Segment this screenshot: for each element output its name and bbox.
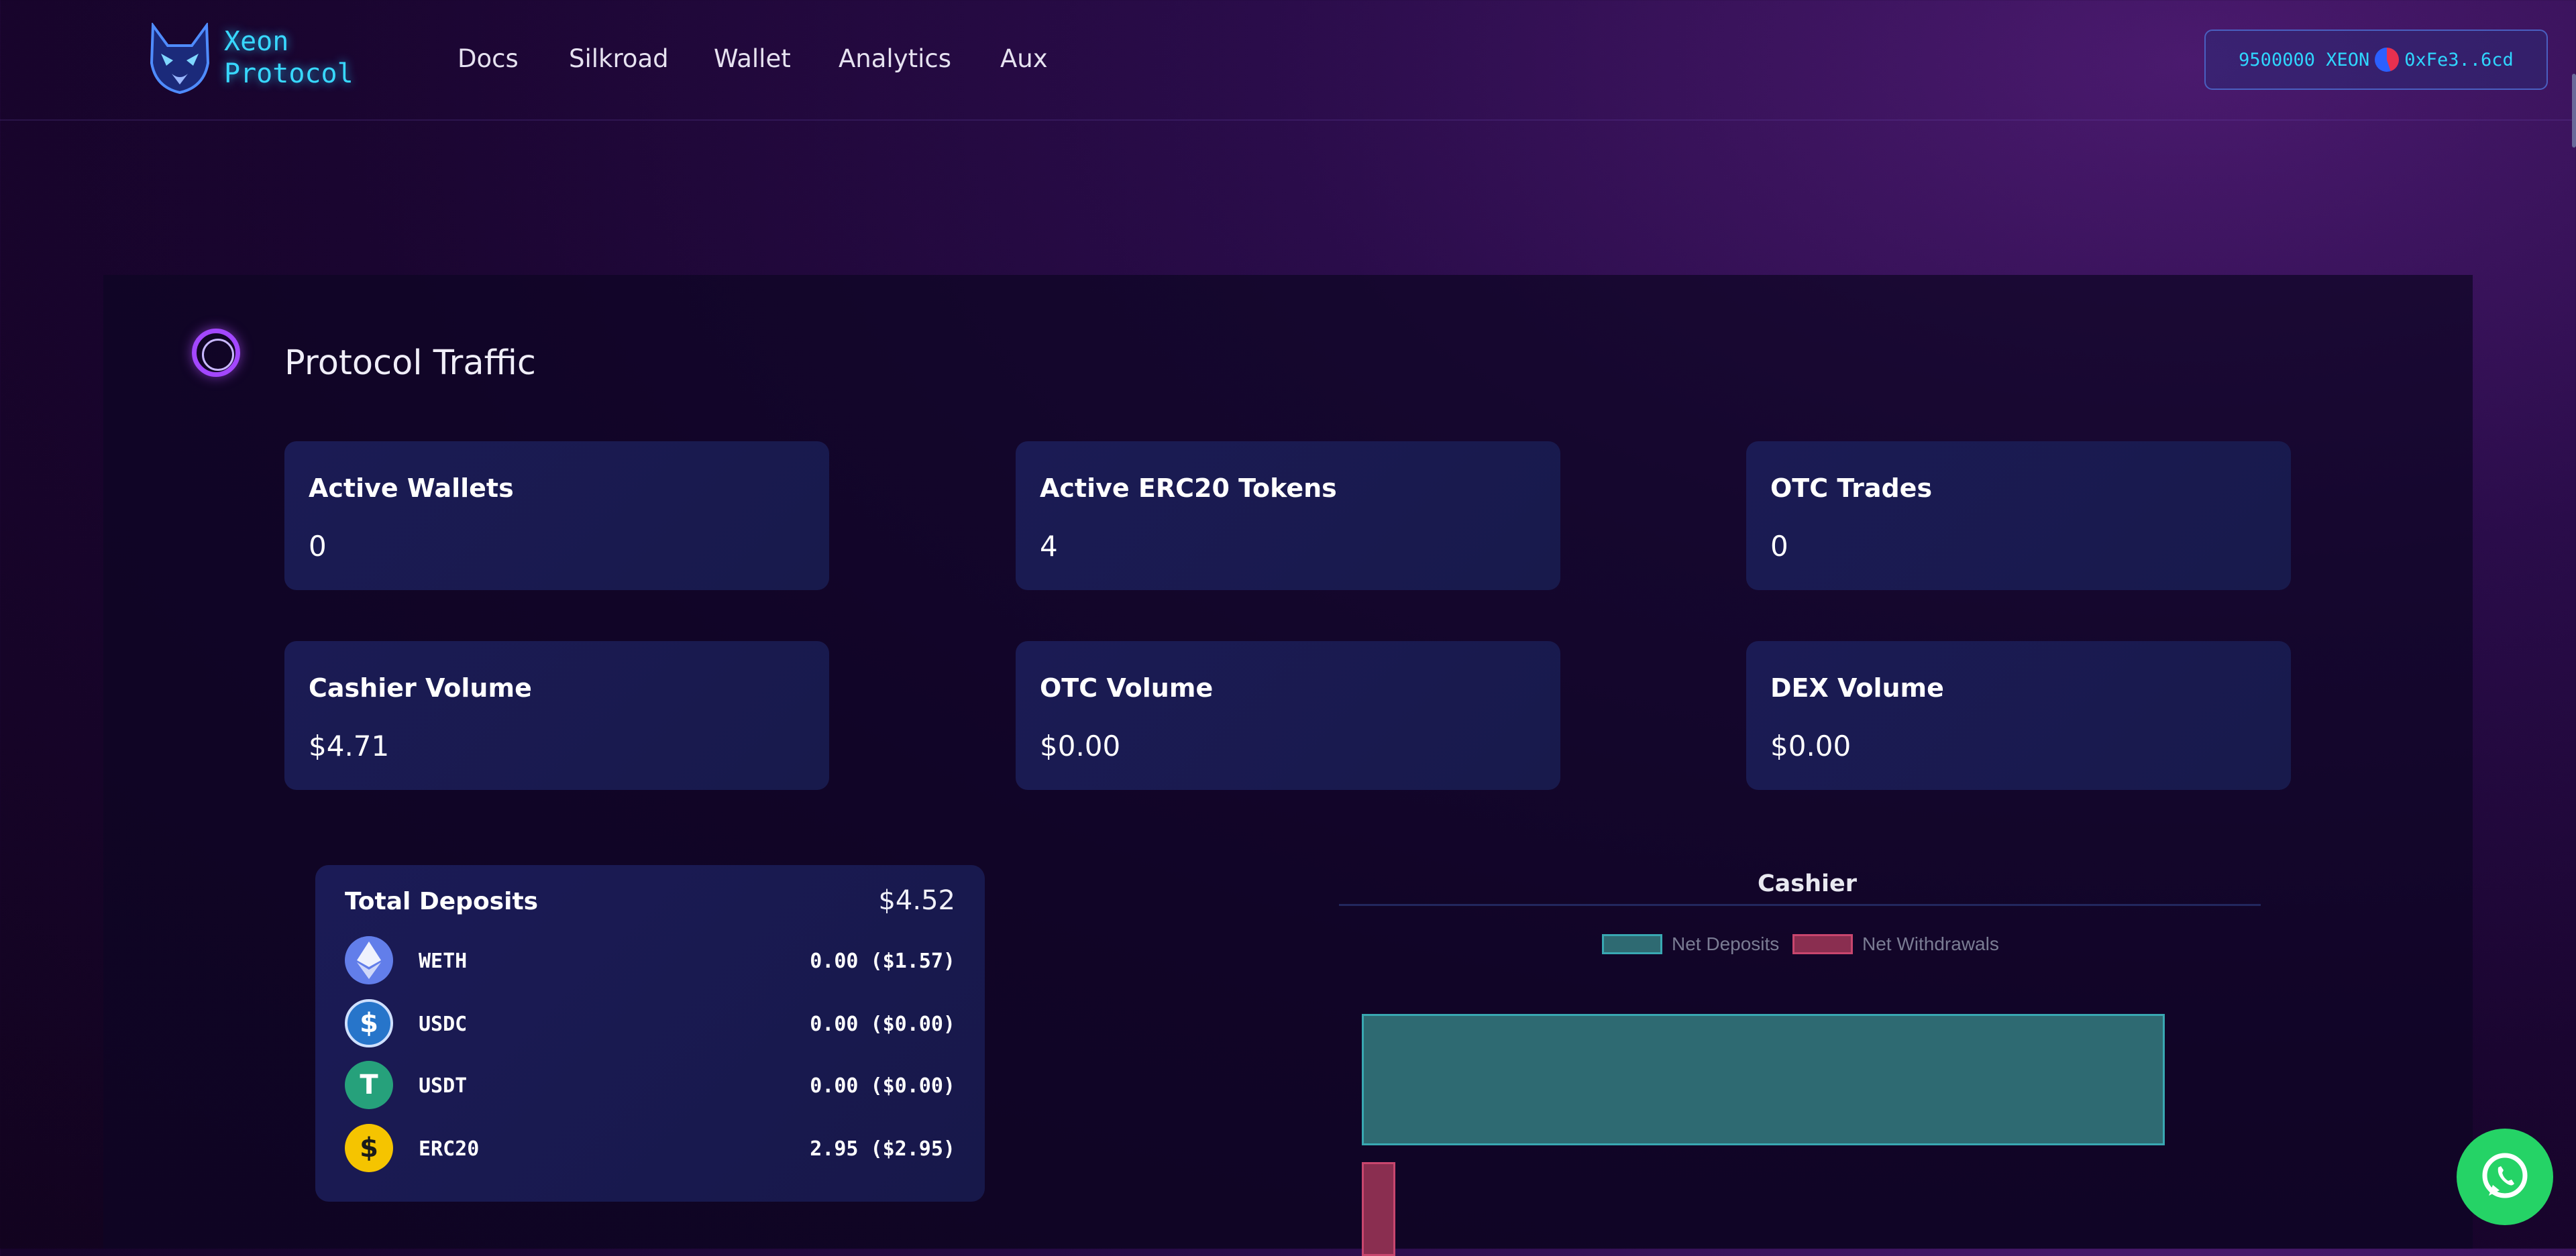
deposit-amount: 0.00 ($0.00) xyxy=(810,1074,955,1098)
usdc-icon: $ xyxy=(345,999,393,1047)
legend-swatch-net-deposits[interactable] xyxy=(1602,934,1662,954)
chart-title: Cashier xyxy=(1758,870,1858,897)
brand-line-2: Protocol xyxy=(224,58,354,89)
stat-card-otc-volume: OTC Volume $0.00 xyxy=(1016,641,1560,790)
chart-divider xyxy=(1339,904,2261,906)
shiba-logo-icon[interactable] xyxy=(146,23,213,95)
deposits-total: $4.52 xyxy=(878,885,955,916)
page-scrollbar[interactable] xyxy=(2572,74,2576,148)
wallet-connect-button[interactable]: 9500000 XEON 0xFe3..6cd xyxy=(2204,30,2548,90)
stat-card-active-erc20: Active ERC20 Tokens 4 xyxy=(1016,441,1560,590)
traffic-spinner-icon xyxy=(192,329,240,377)
nav-analytics[interactable]: Analytics xyxy=(839,44,951,73)
legend-label-net-deposits[interactable]: Net Deposits xyxy=(1672,933,1779,955)
stat-value: 0 xyxy=(309,530,327,563)
chart-bar-net-withdrawals[interactable] xyxy=(1362,1162,1395,1256)
legend-label-net-withdrawals[interactable]: Net Withdrawals xyxy=(1862,933,1999,955)
whatsapp-chat-button[interactable] xyxy=(2457,1129,2553,1225)
stat-label: Active Wallets xyxy=(309,473,514,503)
top-navbar: Xeon Protocol Docs Silkroad Wallet Analy… xyxy=(0,0,2576,121)
ethereum-icon xyxy=(345,936,393,984)
stat-label: DEX Volume xyxy=(1770,673,1944,703)
deposit-symbol: USDT xyxy=(419,1074,468,1098)
deposit-row-weth: WETH 0.00 ($1.57) xyxy=(345,936,955,987)
wallet-avatar-icon xyxy=(2375,48,2400,72)
deposit-symbol: WETH xyxy=(419,950,468,973)
stat-card-dex-volume: DEX Volume $0.00 xyxy=(1746,641,2291,790)
stat-label: Active ERC20 Tokens xyxy=(1040,473,1337,503)
stat-card-active-wallets: Active Wallets 0 xyxy=(284,441,829,590)
section-title: Protocol Traffic xyxy=(284,343,536,383)
deposits-title: Total Deposits xyxy=(345,888,539,915)
deposit-symbol: USDC xyxy=(419,1013,468,1036)
stat-value: $0.00 xyxy=(1770,730,1851,762)
stat-value: $0.00 xyxy=(1040,730,1121,762)
deposit-amount: 0.00 ($0.00) xyxy=(810,1013,955,1036)
deposit-row-erc20: $ ERC20 2.95 ($2.95) xyxy=(345,1124,955,1175)
tether-icon: T xyxy=(345,1061,393,1109)
nav-silkroad[interactable]: Silkroad xyxy=(569,44,669,73)
stat-card-otc-trades: OTC Trades 0 xyxy=(1746,441,2291,590)
dollar-coin-icon: $ xyxy=(345,1124,393,1172)
brand-line-1: Xeon xyxy=(224,26,289,57)
stat-card-cashier-volume: Cashier Volume $4.71 xyxy=(284,641,829,790)
stat-value: 4 xyxy=(1040,530,1058,563)
deposit-symbol: ERC20 xyxy=(419,1137,480,1161)
stat-label: OTC Trades xyxy=(1770,473,1933,503)
chart-bar-net-deposits[interactable] xyxy=(1362,1014,2165,1145)
deposit-row-usdc: $ USDC 0.00 ($0.00) xyxy=(345,999,955,1050)
wallet-balance: 9500000 XEON xyxy=(2239,49,2370,70)
whatsapp-icon xyxy=(2482,1153,2528,1198)
stat-label: Cashier Volume xyxy=(309,673,532,703)
deposit-amount: 0.00 ($1.57) xyxy=(810,950,955,973)
nav-wallet[interactable]: Wallet xyxy=(714,44,791,73)
stat-label: OTC Volume xyxy=(1040,673,1214,703)
stat-value: $4.71 xyxy=(309,730,390,762)
brand-name[interactable]: Xeon Protocol xyxy=(224,25,354,90)
nav-aux[interactable]: Aux xyxy=(1000,44,1048,73)
total-deposits-card: Total Deposits $4.52 WETH 0.00 ($1.57) $… xyxy=(315,865,985,1202)
stat-value: 0 xyxy=(1770,530,1788,563)
nav-docs[interactable]: Docs xyxy=(458,44,519,73)
legend-swatch-net-withdrawals[interactable] xyxy=(1792,934,1853,954)
wallet-address: 0xFe3..6cd xyxy=(2404,49,2514,70)
deposit-amount: 2.95 ($2.95) xyxy=(810,1137,955,1161)
deposit-row-usdt: T USDT 0.00 ($0.00) xyxy=(345,1061,955,1112)
